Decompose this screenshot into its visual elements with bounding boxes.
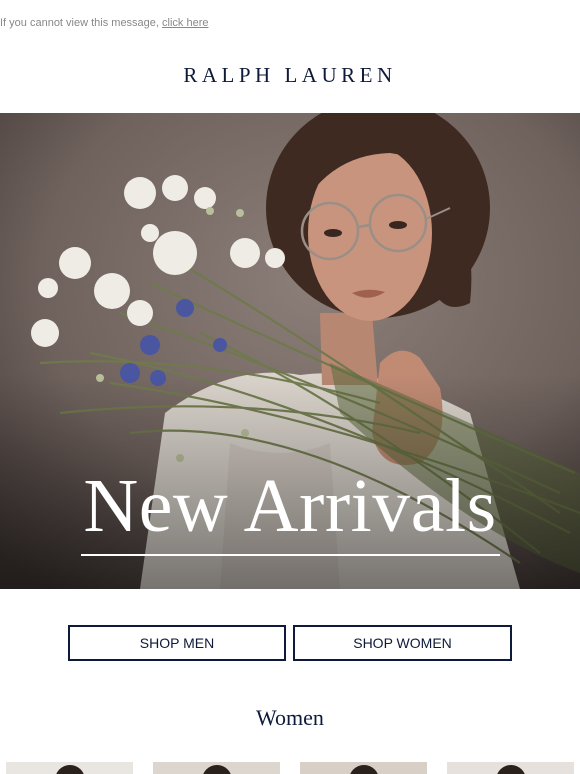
shop-women-button[interactable]: SHOP WOMEN bbox=[293, 625, 512, 661]
product-tile[interactable] bbox=[300, 762, 427, 774]
view-online-link[interactable]: click here bbox=[162, 17, 208, 29]
hero-divider bbox=[81, 554, 500, 556]
preheader: If you cannot view this message, click h… bbox=[0, 17, 209, 29]
email-page: If you cannot view this message, click h… bbox=[0, 0, 580, 774]
product-tile[interactable] bbox=[447, 762, 574, 774]
brand-logo[interactable]: RALPH LAUREN bbox=[0, 63, 580, 88]
model-photo bbox=[54, 765, 85, 774]
product-tile[interactable] bbox=[153, 762, 280, 774]
women-section-title: Women bbox=[256, 705, 324, 730]
product-tile[interactable] bbox=[6, 762, 133, 774]
shop-men-button[interactable]: SHOP MEN bbox=[68, 625, 286, 661]
hero-banner[interactable]: New Arrivals bbox=[0, 113, 580, 589]
hero-title: New Arrivals bbox=[83, 464, 497, 548]
model-photo bbox=[348, 765, 379, 774]
preheader-text: If you cannot view this message, bbox=[0, 17, 163, 29]
model-photo bbox=[495, 765, 526, 774]
model-photo bbox=[201, 765, 232, 774]
